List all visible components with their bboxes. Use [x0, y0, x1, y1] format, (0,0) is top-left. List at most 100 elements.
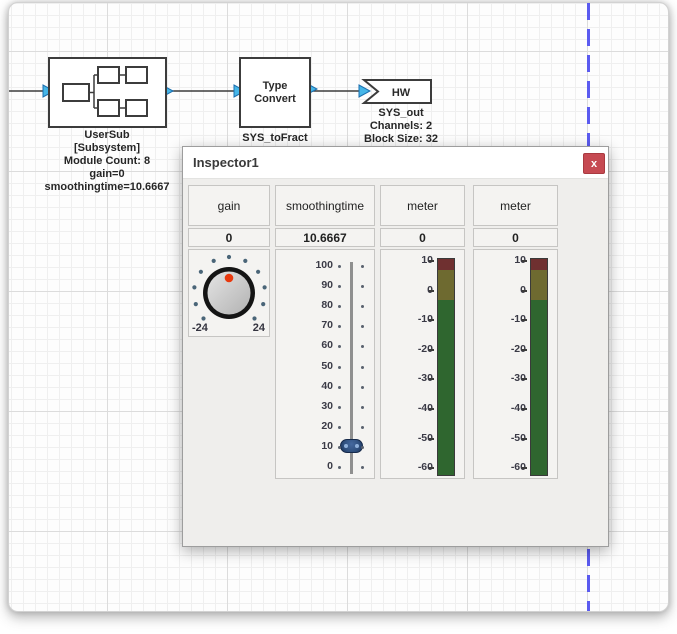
scale-tick [429, 467, 434, 469]
panel-gain-label: gain [188, 185, 270, 226]
panel-meter-2-label: meter [473, 185, 558, 226]
scale-row: 30 [276, 400, 374, 414]
scale-tick [429, 260, 434, 262]
panel-smoothingtime-label: smoothingtime [275, 185, 375, 226]
knob-max-label: 24 [253, 322, 265, 334]
scale-tick-dot [338, 366, 341, 369]
knob-min-label: -24 [192, 322, 208, 334]
scale-row: 0 [276, 460, 374, 474]
scale-row: 10 [276, 440, 374, 454]
scale-row: -40 [381, 402, 464, 416]
knob-indicator-dot [225, 274, 234, 283]
scale-tick [429, 290, 434, 292]
scale-row: -10 [474, 313, 557, 327]
panel-meter-1-label: meter [380, 185, 465, 226]
scale-tick [522, 260, 527, 262]
scale-row: 100 [276, 259, 374, 273]
scale-row: -20 [474, 343, 557, 357]
scale-label: 100 [315, 259, 333, 271]
label-line: Block Size: 32 [351, 133, 451, 146]
scale-tick [522, 438, 527, 440]
type-convert-label-line2: Convert [254, 93, 296, 106]
label-line: [Subsystem] [27, 142, 187, 155]
label-line: smoothingtime=10.6667 [27, 181, 187, 194]
scale-row: -30 [381, 372, 464, 386]
scale-label: 80 [321, 299, 333, 311]
scale-tick-dot [361, 446, 364, 449]
scale-label: 20 [321, 420, 333, 432]
inspector-window: Inspector1 x gain 0 [182, 146, 609, 547]
scale-label: 90 [321, 279, 333, 291]
scale-tick [429, 349, 434, 351]
label-line: Module Count: 8 [27, 155, 187, 168]
scale-tick [429, 408, 434, 410]
scale-tick [429, 319, 434, 321]
scale-tick-dot [361, 366, 364, 369]
scale-row: -60 [474, 461, 557, 475]
scale-row: 0 [474, 284, 557, 298]
type-convert-caption: SYS_toFract [225, 132, 325, 145]
scale-tick-dot [361, 426, 364, 429]
scale-tick-dot [338, 406, 341, 409]
usersub-block[interactable] [48, 57, 167, 128]
scale-tick-dot [361, 406, 364, 409]
scale-tick-dot [361, 265, 364, 268]
panel-smoothingtime-value: 10.6667 [275, 228, 375, 247]
meter-2-display: 10 0 -10 -20 -30 -40 -50 -60 [473, 249, 558, 479]
scale-row: 10 [474, 254, 557, 268]
scale-tick-dot [338, 446, 341, 449]
scale-row: -40 [474, 402, 557, 416]
scale-label: 60 [321, 339, 333, 351]
scale-tick-dot [338, 426, 341, 429]
panel-gain: gain 0 [188, 185, 270, 337]
scale-row: -10 [381, 313, 464, 327]
scale-tick-dot [338, 285, 341, 288]
scale-tick-dot [361, 305, 364, 308]
scale-label: 0 [327, 460, 333, 472]
label-line: UserSub [27, 129, 187, 142]
scale-row: 40 [276, 380, 374, 394]
panel-meter-1: meter 0 100-10-20-30-40-50-60 [380, 185, 465, 479]
scale-row: 70 [276, 319, 374, 333]
panel-meter-2: meter 0 10 0 -10 -20 -30 -40 -50 -60 [473, 185, 558, 479]
scale-tick-dot [338, 386, 341, 389]
scale-tick-dot [361, 466, 364, 469]
panel-gain-value: 0 [188, 228, 270, 247]
hw-block-label: HW [371, 82, 431, 104]
scale-tick-dot [361, 285, 364, 288]
scale-tick [522, 349, 527, 351]
scale-tick [522, 467, 527, 469]
scale-row: -20 [381, 343, 464, 357]
scale-tick-dot [361, 345, 364, 348]
panel-meter-1-value: 0 [380, 228, 465, 247]
scale-tick [522, 408, 527, 410]
panel-smoothingtime: smoothingtime 10.6667 100908070605040302… [275, 185, 375, 479]
scale-tick-dot [361, 386, 364, 389]
close-button[interactable]: x [583, 153, 605, 174]
scale-row: 10 [381, 254, 464, 268]
type-convert-label-line1: Type [263, 80, 288, 93]
scale-tick-dot [338, 466, 341, 469]
scale-row: 80 [276, 299, 374, 313]
scale-row: -50 [474, 432, 557, 446]
scale-label: 30 [321, 400, 333, 412]
inspector-titlebar[interactable]: Inspector1 x [183, 147, 608, 179]
input-port-icon[interactable] [359, 85, 370, 97]
scale-row: 0 [381, 284, 464, 298]
smoothingtime-slider[interactable]: 1009080706050403020100 [275, 249, 375, 479]
scale-tick [522, 378, 527, 380]
type-convert-block[interactable]: Type Convert [239, 57, 311, 128]
scale-label: 40 [321, 380, 333, 392]
usersub-caption: UserSub[Subsystem]Module Count: 8gain=0s… [27, 129, 187, 194]
scale-row: -50 [381, 432, 464, 446]
panel-meter-2-value: 0 [473, 228, 558, 247]
scale-row: 60 [276, 339, 374, 353]
subsystem-icon [50, 59, 165, 126]
scale-label: 50 [321, 360, 333, 372]
scale-row: 90 [276, 279, 374, 293]
scale-label: 70 [321, 319, 333, 331]
scale-row: -30 [474, 372, 557, 386]
diagram-canvas[interactable]: Type Convert HW UserSub[Subsystem]Module… [8, 2, 669, 612]
label-line: SYS_toFract [225, 132, 325, 145]
label-line: SYS_out [351, 107, 451, 120]
